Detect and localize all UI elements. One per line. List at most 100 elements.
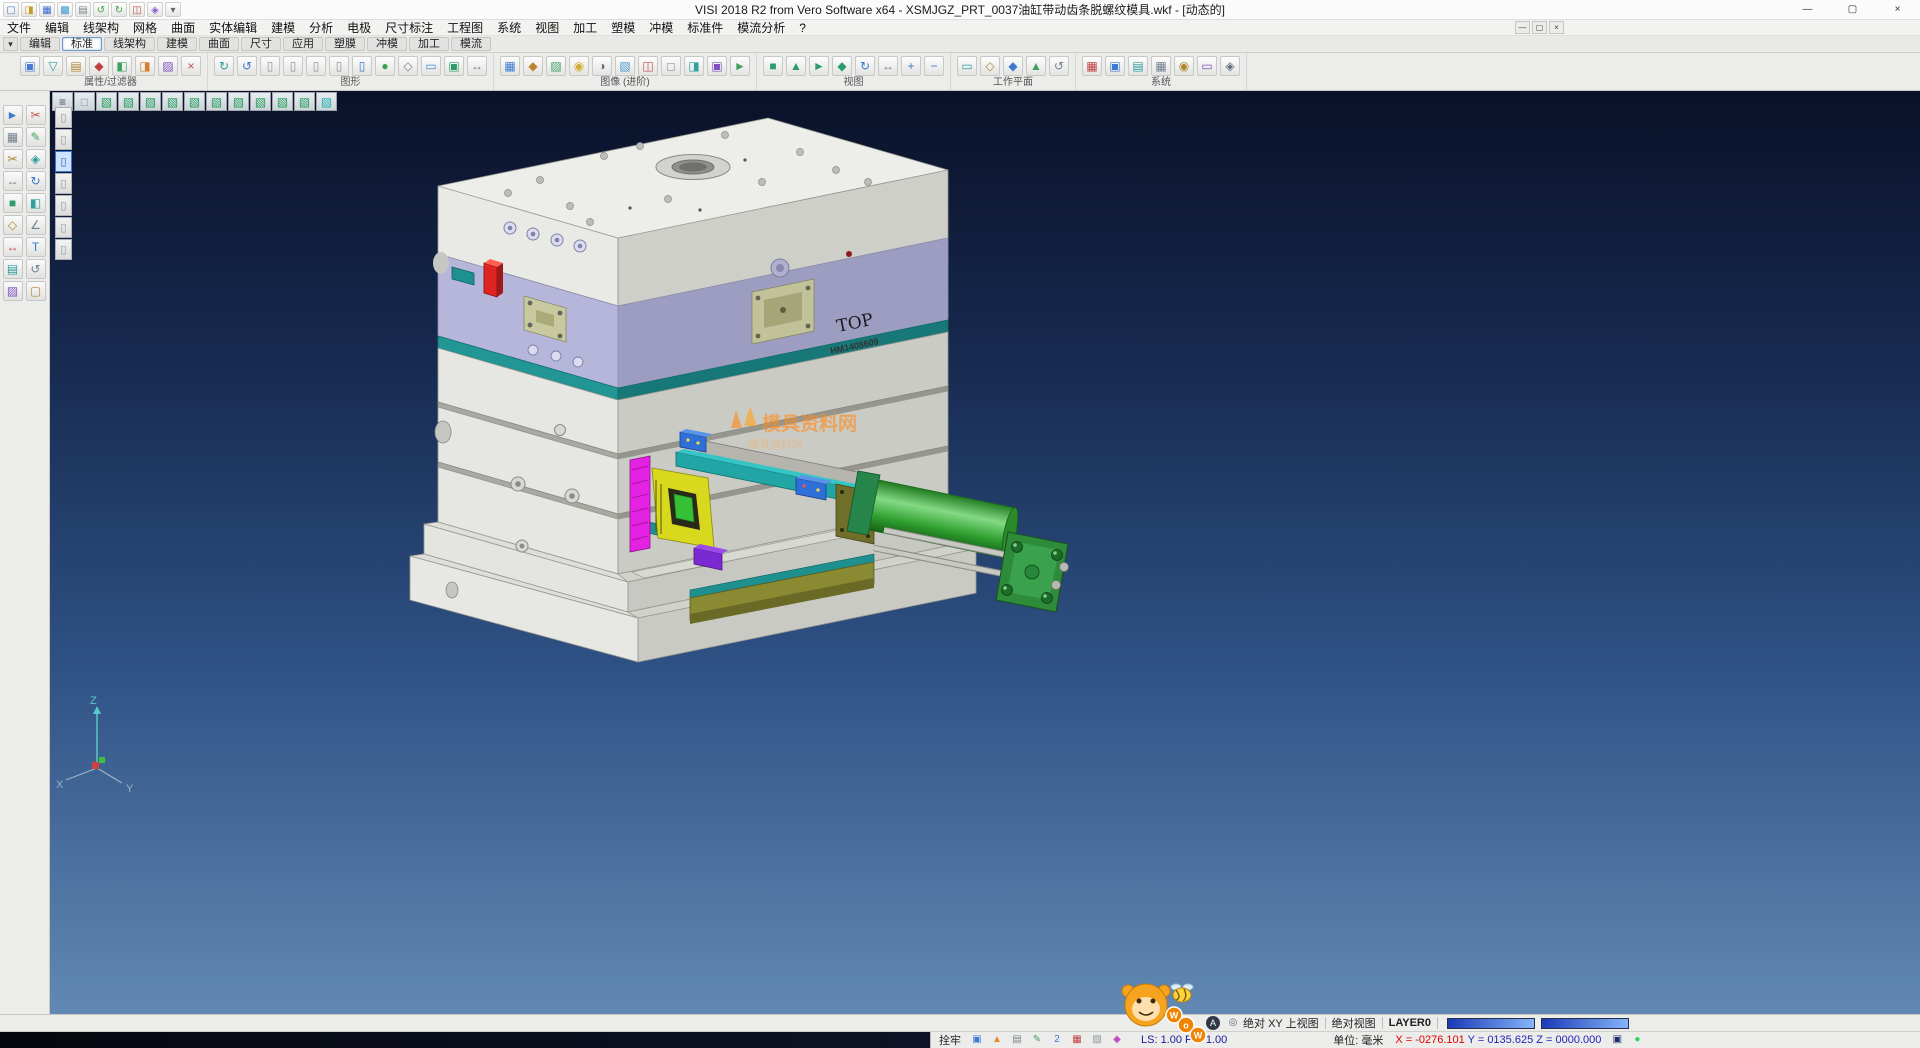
menu-item-machining[interactable]: 加工	[566, 19, 604, 36]
entity-info-icon[interactable]: ◉	[1174, 56, 1194, 76]
view-back-cube-icon[interactable]: ▧	[184, 92, 205, 111]
print-status-icon[interactable]: ▤	[1009, 1033, 1025, 1047]
online-status-icon[interactable]: ●	[1629, 1033, 1645, 1047]
photo-icon[interactable]: ▣	[707, 56, 727, 76]
cylinder-display-3-icon[interactable]: ▯	[306, 56, 326, 76]
maximize-button[interactable]: ▢	[1830, 0, 1875, 20]
view-bottom-cube-icon[interactable]: ▧	[140, 92, 161, 111]
cylinder-display-5-icon[interactable]: ▯	[352, 56, 372, 76]
menu-item-solid-edit[interactable]: 实体编辑	[202, 19, 264, 36]
palette-tool-icon[interactable]: ▨	[3, 281, 23, 301]
modify-tool-icon[interactable]: ◈	[26, 149, 46, 169]
regenerate-icon[interactable]: ↺	[237, 56, 257, 76]
session-info-icon[interactable]: ▣	[1609, 1033, 1625, 1047]
filter-surfaces-icon[interactable]: ▯	[55, 151, 72, 172]
workplane-standard-icon[interactable]: ▭	[957, 56, 977, 76]
menu-item-standard-parts[interactable]: 标准件	[680, 19, 730, 36]
view-iso-nw-cube-icon[interactable]: ▧	[272, 92, 293, 111]
menu-item-electrode[interactable]: 电极	[340, 19, 378, 36]
tab-mold[interactable]: 塑膜	[325, 37, 365, 51]
menu-item-system[interactable]: 系统	[490, 19, 528, 36]
annotation-a-icon[interactable]: A	[1206, 1016, 1220, 1030]
workplane-entity-icon[interactable]: ◆	[1003, 56, 1023, 76]
tab-application[interactable]: 应用	[283, 37, 323, 51]
snap-settings-icon[interactable]: ▦	[3, 127, 23, 147]
qa-new-icon[interactable]: ▢	[3, 2, 19, 17]
shadow-icon[interactable]: ◑	[592, 56, 612, 76]
tab-die[interactable]: 冲模	[367, 37, 407, 51]
current-view-name[interactable]: 绝对 XY 上视图	[1243, 1015, 1319, 1031]
options-icon[interactable]: ◈	[1220, 56, 1240, 76]
redraw-icon[interactable]: ↻	[214, 56, 234, 76]
viewport-3d[interactable]: ≡□▧▧▧▧▧▧▧▧▧▧▧ ▯▯▯▯▯▯▯	[50, 91, 1920, 1014]
filter-all-icon[interactable]: ▯	[55, 239, 72, 260]
menu-item-drawing[interactable]: 工程图	[440, 19, 490, 36]
layer-filter-icon[interactable]: ▤	[66, 56, 86, 76]
menu-item-dimension[interactable]: 尺寸标注	[378, 19, 440, 36]
trim-tool-icon[interactable]: ✂	[3, 149, 23, 169]
menu-item-mold[interactable]: 塑模	[604, 19, 642, 36]
view-mode-label[interactable]: 绝对视图	[1332, 1015, 1376, 1031]
zoom-in-icon[interactable]: +	[901, 56, 921, 76]
filter-reset-icon[interactable]: ×	[181, 56, 201, 76]
filter-icon[interactable]: ▽	[43, 56, 63, 76]
erase-tool-icon[interactable]: ✂	[26, 105, 46, 125]
display-status-icon[interactable]: ▣	[969, 1033, 985, 1047]
filter-solids-icon[interactable]: ▯	[55, 173, 72, 194]
move-tool-icon[interactable]: ↔	[3, 171, 23, 191]
count-status-icon[interactable]: 2	[1049, 1033, 1065, 1047]
menu-item-wireframe[interactable]: 线架构	[76, 19, 126, 36]
rotate-view-icon[interactable]: ↻	[855, 56, 875, 76]
filter-points-icon[interactable]: ▯	[55, 107, 72, 128]
qa-save-icon[interactable]: ▦	[39, 2, 55, 17]
grid-snap-icon[interactable]: ▦	[1151, 56, 1171, 76]
menu-item-moldflow[interactable]: 模流分析	[730, 19, 792, 36]
mdi-close-button[interactable]: ×	[1549, 21, 1564, 34]
menu-item-modeling[interactable]: 建模	[264, 19, 302, 36]
sketch-tool-icon[interactable]: ✎	[26, 127, 46, 147]
measure-tool-icon[interactable]: ∠	[26, 215, 46, 235]
tab-moldflow[interactable]: 模流	[451, 37, 491, 51]
zoom-extents-icon[interactable]: ▣	[444, 56, 464, 76]
view-dynamic-cube-icon[interactable]: ▧	[316, 92, 337, 111]
open-model-icon[interactable]: ▢	[26, 281, 46, 301]
tab-edit[interactable]: 编辑	[20, 37, 60, 51]
profiles-tool-icon[interactable]: ◇	[3, 215, 23, 235]
lock-toggle[interactable]: 拴牢	[930, 1032, 967, 1048]
cylinder-display-2-icon[interactable]: ▯	[283, 56, 303, 76]
shaded-mode-icon[interactable]: ●	[375, 56, 395, 76]
qa-save-all-icon[interactable]: ▩	[57, 2, 73, 17]
qa-open-icon[interactable]: ◨	[21, 2, 37, 17]
texture-icon[interactable]: ▨	[546, 56, 566, 76]
properties-icon[interactable]: ▣	[20, 56, 40, 76]
zoom-status-icon[interactable]: ◎	[1225, 1016, 1241, 1030]
solids-tool-icon[interactable]: ■	[3, 193, 23, 213]
dimension-tool-icon[interactable]: ↔	[3, 237, 23, 257]
active-layer-label[interactable]: LAYER0	[1389, 1017, 1431, 1029]
layers-icon[interactable]: ▤	[1128, 56, 1148, 76]
text-tool-icon[interactable]: T	[26, 237, 46, 257]
menu-item-surface[interactable]: 曲面	[164, 19, 202, 36]
tab-overflow-caret-icon[interactable]: ▾	[3, 37, 18, 51]
render-icon[interactable]: ▦	[500, 56, 520, 76]
mold-model[interactable]: TOP HM1408609	[50, 91, 1920, 1014]
qa-print-icon[interactable]: ▤	[75, 2, 91, 17]
qa-settings-icon[interactable]: ◈	[147, 2, 163, 17]
menu-item-edit[interactable]: 编辑	[38, 19, 76, 36]
view-axonometric-cube-icon[interactable]: ▧	[96, 92, 117, 111]
tab-dimension[interactable]: 尺寸	[241, 37, 281, 51]
qa-dropdown-icon[interactable]: ▾	[165, 2, 181, 17]
select-tool-icon[interactable]: ►	[3, 105, 23, 125]
filter-meshes-icon[interactable]: ▯	[55, 195, 72, 216]
color-filter-icon[interactable]: ◆	[89, 56, 109, 76]
menu-item-die[interactable]: 冲模	[642, 19, 680, 36]
view-top-cube-icon[interactable]: ▧	[118, 92, 139, 111]
mascot[interactable]: W o W	[1112, 978, 1208, 1044]
mdi-minimize-button[interactable]: —	[1515, 21, 1530, 34]
calculator-icon[interactable]: ▭	[1197, 56, 1217, 76]
zoom-window-icon[interactable]: ▭	[421, 56, 441, 76]
view-top-icon[interactable]: ▲	[786, 56, 806, 76]
tab-modeling[interactable]: 建模	[157, 37, 197, 51]
mdi-restore-button[interactable]: ▢	[1532, 21, 1547, 34]
qa-redo-icon[interactable]: ↻	[111, 2, 127, 17]
